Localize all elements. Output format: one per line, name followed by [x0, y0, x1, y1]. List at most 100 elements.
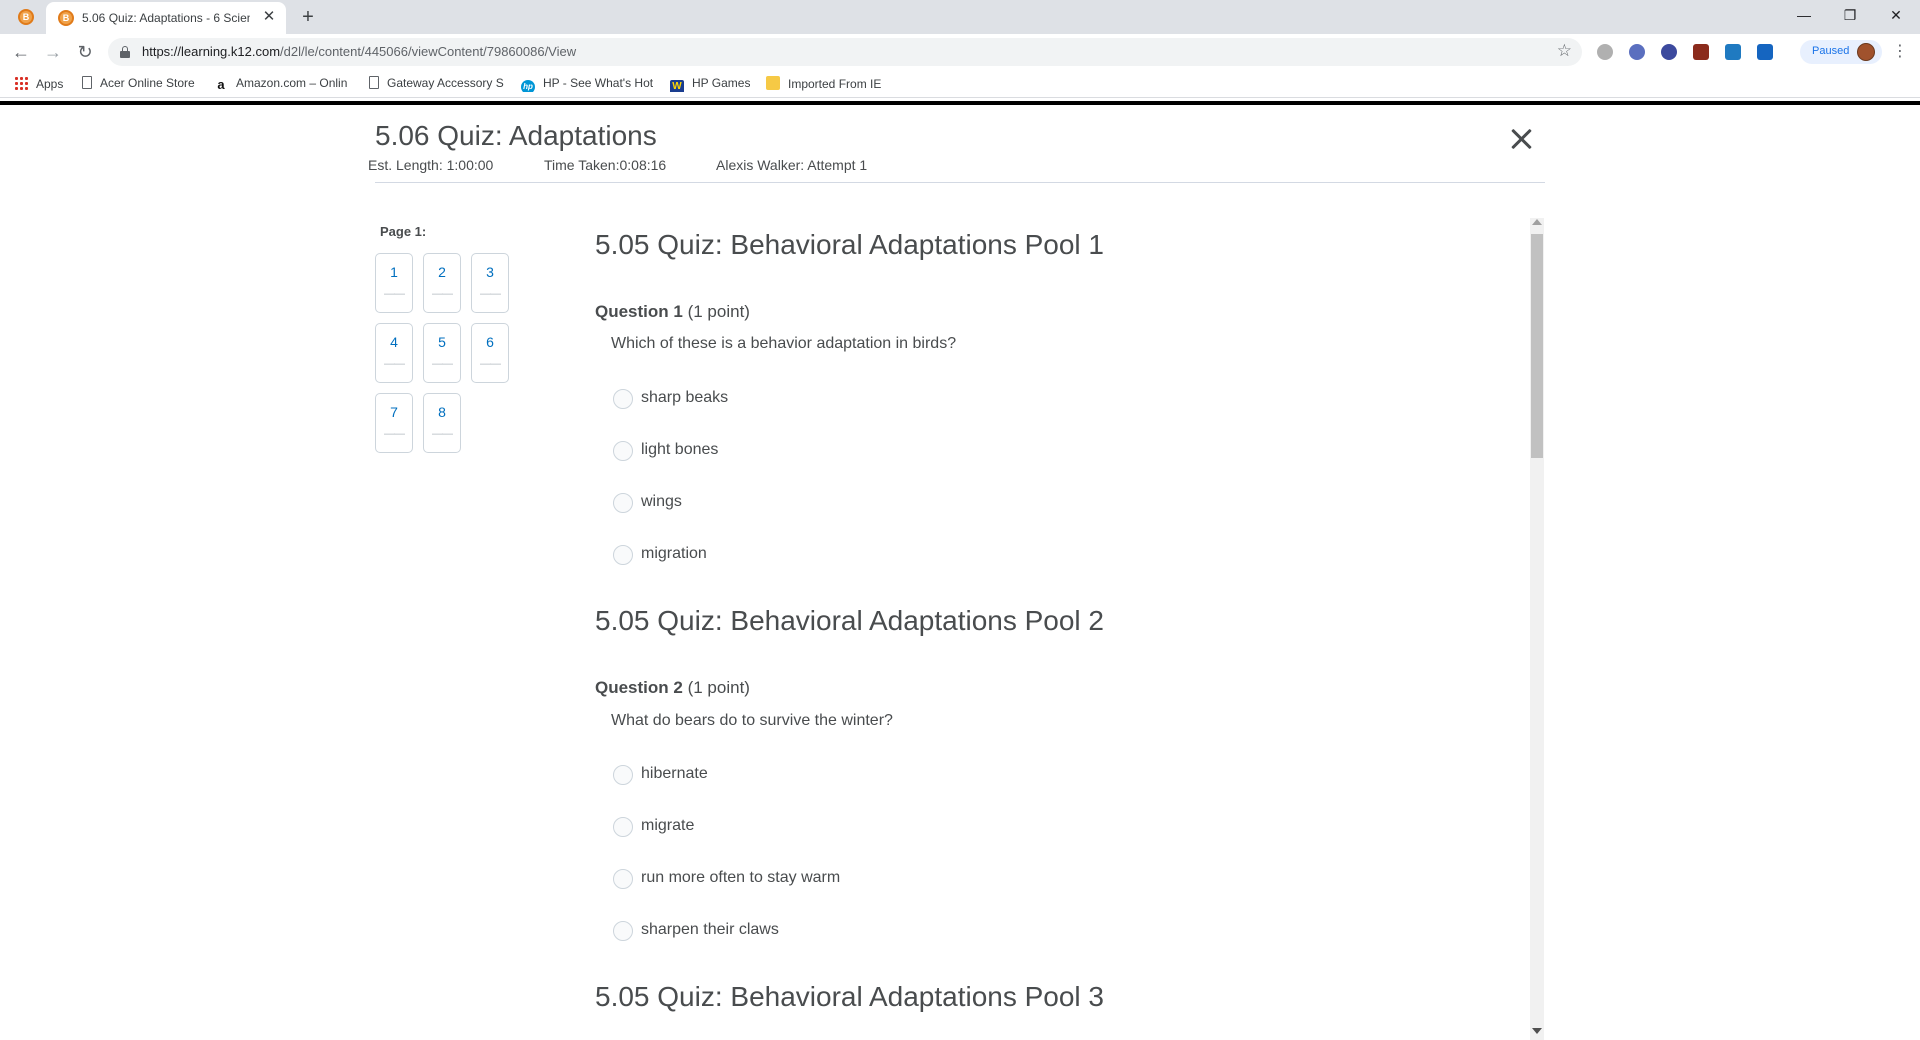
scroll-up-arrow-icon[interactable]: [1532, 219, 1542, 225]
scroll-down-arrow-icon[interactable]: [1532, 1028, 1542, 1034]
browser-tab-strip: B B 5.06 Quiz: Adaptations - 6 Science ✕…: [0, 0, 1920, 34]
url-path: /d2l/le/content/445066/viewContent/79860…: [280, 44, 577, 59]
time-taken: Time Taken:0:08:16: [544, 157, 667, 173]
extension-icon[interactable]: [1757, 44, 1773, 60]
question-nav-number: 3: [486, 264, 494, 280]
bookmark-label: Acer Online Store: [100, 76, 195, 90]
bookmark-imported[interactable]: Imported From IE: [766, 76, 881, 92]
bookmark-gateway[interactable]: Gateway Accessory S: [369, 76, 505, 92]
lock-icon: [120, 46, 130, 58]
bookmark-label: Gateway Accessory S: [387, 76, 504, 90]
radio-button[interactable]: [613, 817, 633, 837]
answer-label[interactable]: wings: [641, 493, 682, 511]
bookmark-label: Amazon.com – Onlin: [236, 76, 348, 90]
pinned-tab-favicon-icon[interactable]: B: [18, 9, 34, 25]
answer-label[interactable]: hibernate: [641, 765, 708, 783]
section-title: 5.05 Quiz: Behavioral Adaptations Pool 2: [595, 605, 1105, 636]
radio-button[interactable]: [613, 765, 633, 785]
extension-icon[interactable]: [1693, 44, 1709, 60]
radio-button[interactable]: [613, 921, 633, 941]
new-tab-button[interactable]: +: [296, 6, 320, 30]
profile-status: Paused: [1812, 45, 1850, 57]
answer-label[interactable]: migration: [641, 545, 707, 563]
question-nav-5[interactable]: 5 ——: [423, 323, 461, 383]
question-nav-7[interactable]: 7 ——: [375, 393, 413, 453]
tab-title: 5.06 Quiz: Adaptations - 6 Science: [82, 11, 250, 25]
question-nav-1[interactable]: 1 ——: [375, 253, 413, 313]
question-nav-3[interactable]: 3 ——: [471, 253, 509, 313]
forward-icon[interactable]: →: [41, 40, 65, 64]
star-icon[interactable]: ☆: [1557, 41, 1572, 61]
extension-icon[interactable]: [1661, 44, 1677, 60]
question-nav-status: ——: [384, 288, 405, 300]
bookmark-amazon[interactable]: a Amazon.com – Onlin: [214, 76, 352, 92]
maximize-button[interactable]: ❐: [1830, 4, 1870, 26]
question-nav-number: 1: [390, 264, 398, 280]
question-nav-number: 5: [438, 334, 446, 350]
close-icon[interactable]: [1508, 126, 1534, 152]
bookmark-apps[interactable]: Apps: [14, 76, 63, 92]
answer-label[interactable]: light bones: [641, 441, 718, 459]
radio-button[interactable]: [613, 441, 633, 461]
question-header: Question 1 (1 point): [595, 302, 750, 322]
hp-icon: hp: [521, 80, 535, 92]
answer-label[interactable]: sharpen their claws: [641, 921, 779, 939]
question-nav-6[interactable]: 6 ——: [471, 323, 509, 383]
menu-icon[interactable]: ⋮: [1892, 42, 1908, 62]
answer-label[interactable]: sharp beaks: [641, 389, 728, 407]
url-host: https://learning.k12.com: [142, 44, 281, 59]
question-nav-status: ——: [432, 288, 453, 300]
extension-icon[interactable]: [1597, 44, 1613, 60]
section-title: 5.05 Quiz: Behavioral Adaptations Pool 3: [595, 981, 1105, 1012]
bookmark-hp-hot[interactable]: hp HP - See What's Hot: [521, 76, 653, 92]
question-nav-number: 4: [390, 334, 398, 350]
question-nav-8[interactable]: 8 ——: [423, 393, 461, 453]
scrollbar-thumb[interactable]: [1531, 234, 1543, 458]
radio-button[interactable]: [613, 493, 633, 513]
radio-button[interactable]: [613, 545, 633, 565]
radio-button[interactable]: [613, 869, 633, 889]
profile-button[interactable]: Paused: [1800, 40, 1882, 64]
question-nav-2[interactable]: 2 ——: [423, 253, 461, 313]
question-nav-status: ——: [384, 428, 405, 440]
window-close-button[interactable]: ✕: [1876, 4, 1916, 26]
folder-icon: [766, 76, 780, 90]
page-icon: [82, 76, 92, 89]
address-bar[interactable]: https://learning.k12.com/d2l/le/content/…: [108, 38, 1582, 66]
question-nav-status: ——: [480, 358, 501, 370]
attempt-info: Alexis Walker: Attempt 1: [716, 157, 868, 173]
question-nav-4[interactable]: 4 ——: [375, 323, 413, 383]
tab-favicon-icon: B: [58, 10, 74, 26]
page-top-border: [0, 101, 1920, 105]
browser-tab-active[interactable]: B 5.06 Quiz: Adaptations - 6 Science ✕: [46, 2, 286, 34]
url-text: https://learning.k12.com/d2l/le/content/…: [142, 44, 576, 59]
question-label: Question 1: [595, 302, 683, 321]
question-nav-status: ——: [384, 358, 405, 370]
answer-label[interactable]: run more often to stay warm: [641, 869, 840, 887]
reload-icon[interactable]: ↻: [73, 40, 97, 64]
est-length: Est. Length: 1:00:00: [368, 157, 494, 173]
bookmark-acer[interactable]: Acer Online Store: [82, 76, 195, 92]
back-icon[interactable]: ←: [9, 40, 33, 64]
question-nav-number: 7: [390, 404, 398, 420]
question-nav-status: ——: [480, 288, 501, 300]
question-nav-number: 6: [486, 334, 494, 350]
tab-close-icon[interactable]: ✕: [260, 8, 278, 26]
radio-button[interactable]: [613, 389, 633, 409]
bookmark-label: HP Games: [692, 76, 751, 90]
extension-icon[interactable]: [1725, 44, 1741, 60]
extension-icon[interactable]: [1629, 44, 1645, 60]
question-points: (1 point): [687, 678, 750, 697]
question-text: What do bears do to survive the winter?: [611, 712, 893, 729]
answer-label[interactable]: migrate: [641, 817, 694, 835]
amazon-icon: a: [217, 77, 225, 92]
question-nav-number: 2: [438, 264, 446, 280]
minimize-button[interactable]: —: [1784, 4, 1824, 26]
w-icon: W: [670, 80, 684, 92]
bookmark-label: Apps: [36, 77, 64, 91]
bookmark-hp-games[interactable]: W HP Games: [670, 76, 750, 92]
avatar: [1857, 43, 1875, 61]
bookmark-label: HP - See What's Hot: [543, 76, 654, 90]
page-label: Page 1:: [380, 224, 427, 239]
section-title: 5.05 Quiz: Behavioral Adaptations Pool 1: [595, 229, 1105, 260]
